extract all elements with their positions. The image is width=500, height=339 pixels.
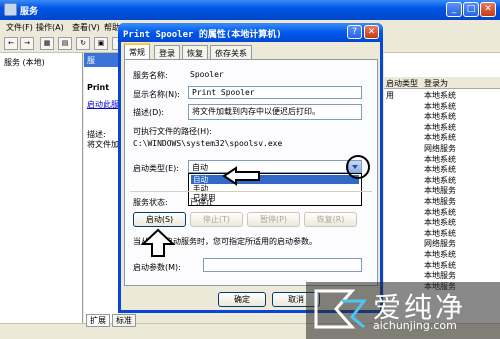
tree-item-services-local[interactable]: 服务 (本地)	[4, 57, 45, 68]
display-name-field[interactable]: Print Spooler	[188, 86, 362, 99]
tab-general[interactable]: 常规	[124, 43, 150, 59]
display-name-label: 显示名称(N):	[133, 90, 180, 99]
service-name-label: 服务名称:	[133, 71, 168, 80]
arrow-up-annotation-icon	[140, 228, 176, 257]
properties-dialog-titlebar: Print Spooler 的属性(本地计算机) ? ✕	[118, 23, 383, 42]
startup-type-selected: 自动	[192, 163, 208, 172]
row-startup-type: 用	[386, 91, 394, 100]
row-logon-as: 本地系统	[424, 154, 456, 164]
row-logon-as: 本地服务	[424, 197, 456, 206]
back-icon[interactable]: ←	[4, 37, 18, 50]
close-window-button[interactable]: ✕	[480, 2, 496, 17]
refresh-icon[interactable]: ↻	[76, 37, 90, 50]
description-field[interactable]: 将文件加载到内存中以便迟后打印。	[188, 104, 362, 120]
properties-icon[interactable]: ▤	[58, 37, 72, 50]
row-logon-as: 本地服务	[424, 271, 456, 281]
pause-button[interactable]: 暂停(P)	[247, 212, 300, 227]
export-icon[interactable]: ▣	[94, 37, 108, 50]
forward-icon[interactable]: →	[20, 37, 34, 50]
services-app-icon	[4, 3, 17, 16]
row-logon-as: 网络服务	[424, 144, 456, 153]
tab-dependencies[interactable]: 依存关系	[210, 45, 252, 59]
detail-service-name: Print	[87, 83, 110, 92]
detail-description-text: 将文件加	[87, 140, 119, 149]
startup-type-select[interactable]: 自动	[188, 160, 362, 173]
option-disabled[interactable]: 已禁用	[191, 193, 359, 202]
menu-file[interactable]: 文件(F)	[6, 22, 33, 33]
row-logon-as: 本地系统	[424, 228, 456, 238]
brand-url: aichunjing.com	[373, 319, 457, 332]
tab-recovery[interactable]: 恢复	[182, 45, 208, 59]
row-logon-as: 本地系统	[424, 250, 456, 259]
service-name-value: Spooler	[190, 70, 224, 79]
minimize-button[interactable]: _	[446, 2, 462, 17]
menu-action[interactable]: 操作(A)	[36, 22, 64, 33]
row-logon-as: 本地系统	[424, 165, 456, 175]
row-logon-as: 本地系统	[424, 112, 456, 122]
console-tree-icon[interactable]: ▦	[40, 37, 54, 50]
list-header-row: 启动类型 登录为	[384, 77, 500, 89]
row-logon-as: 本地系统	[424, 133, 456, 143]
exe-path-label: 可执行文件的路径(H):	[133, 127, 212, 136]
detail-pane-header: 服	[84, 53, 120, 67]
start-params-label: 启动参数(M):	[133, 263, 181, 272]
start-button[interactable]: 启动(S)	[133, 212, 186, 227]
row-logon-as: 本地系统	[424, 218, 456, 228]
dialog-title: Print Spooler 的属性(本地计算机)	[123, 30, 282, 40]
description-label: 描述(D):	[133, 108, 165, 117]
services-tree-pane: 服务 (本地)	[0, 53, 83, 323]
start-service-link[interactable]: 启动此服	[87, 99, 119, 110]
maximize-button[interactable]: □	[463, 2, 479, 17]
ok-button[interactable]: 确定	[218, 292, 266, 307]
stop-button[interactable]: 停止(T)	[190, 212, 243, 227]
row-logon-as: 网络服务	[424, 239, 456, 249]
tab-extended[interactable]: 扩展	[86, 314, 110, 327]
startup-type-options: 自动 手动 已禁用	[188, 173, 362, 206]
resume-button[interactable]: 恢复(R)	[304, 212, 357, 227]
row-logon-as: 本地系统	[424, 91, 456, 100]
column-logon-as[interactable]: 登录为	[424, 78, 448, 89]
tab-standard[interactable]: 标准	[112, 314, 136, 327]
startup-type-label: 启动类型(E):	[133, 164, 179, 173]
services-window-title: 服务	[20, 7, 39, 17]
annotation-circle	[346, 155, 370, 179]
tab-logon[interactable]: 登录	[154, 45, 180, 59]
services-detail-pane: 服 Print 启动此服 描述: 将文件加	[84, 53, 120, 323]
row-logon-as: 本地系统	[424, 207, 456, 217]
row-logon-as: 本地系统	[424, 175, 456, 185]
dialog-close-button[interactable]: ✕	[364, 25, 379, 39]
brand-logo-icon	[314, 289, 367, 329]
dialog-help-button[interactable]: ?	[347, 25, 362, 39]
service-status-value: 已停止	[190, 198, 214, 207]
service-status-label: 服务状态:	[133, 198, 168, 207]
row-logon-as: 本地系统	[424, 101, 456, 111]
arrow-left-annotation-icon	[222, 166, 260, 186]
start-params-field[interactable]	[203, 258, 362, 272]
exe-path-value: C:\WINDOWS\system32\spoolsv.exe	[133, 139, 283, 148]
row-logon-as: 本地系统	[424, 260, 456, 270]
menu-view[interactable]: 查看(V)	[72, 22, 100, 33]
divider	[130, 191, 372, 192]
row-logon-as: 本地服务	[424, 186, 456, 196]
services-window-titlebar: 服务 _ □ ✕	[0, 0, 500, 20]
column-startup-type[interactable]: 启动类型	[386, 78, 418, 89]
option-automatic[interactable]: 自动	[191, 175, 359, 184]
row-logon-as: 本地系统	[424, 122, 456, 132]
